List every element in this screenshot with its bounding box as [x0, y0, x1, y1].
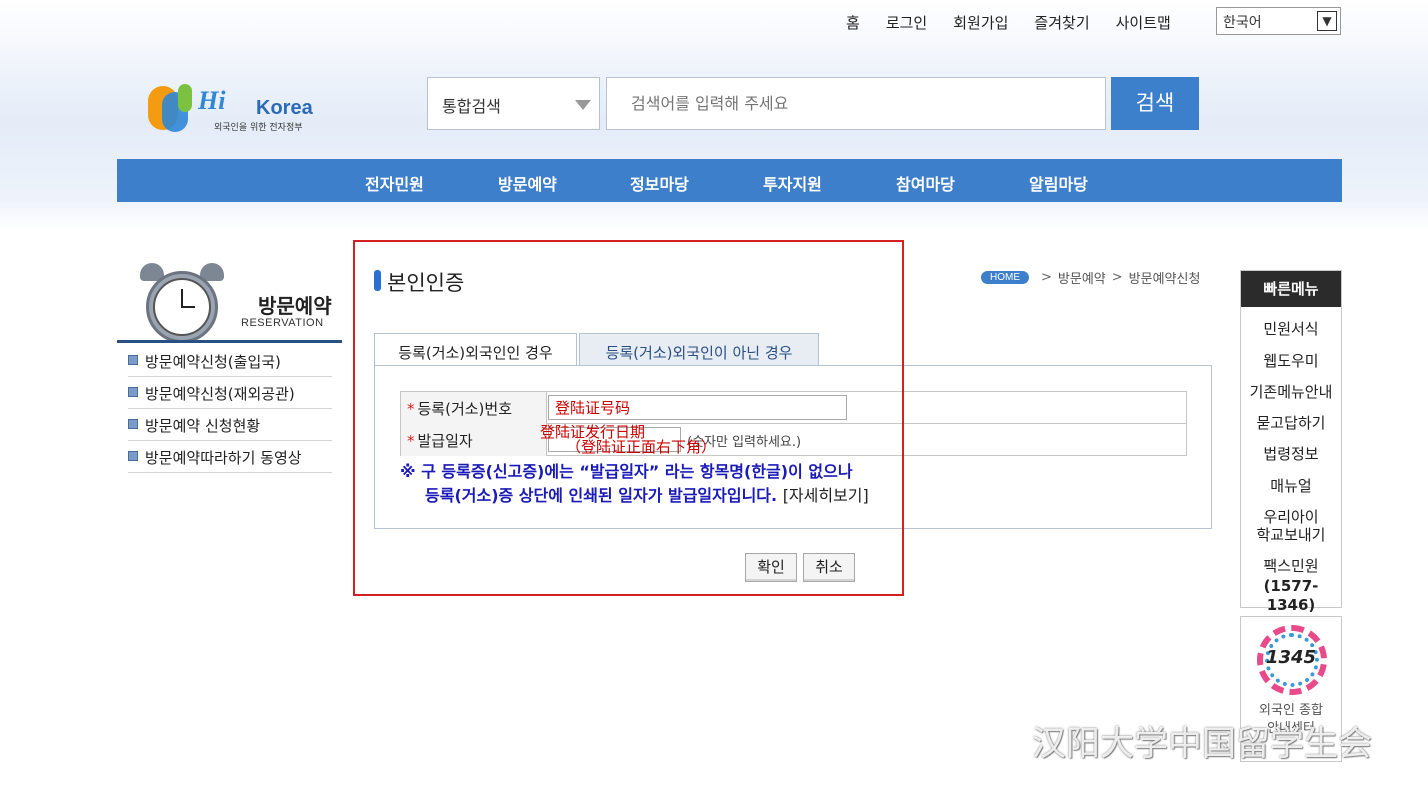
watermark-text: 汉阳大学中国留学生会	[1032, 724, 1372, 764]
quick-item-manual[interactable]: 매뉴얼	[1241, 477, 1341, 496]
logo-mark-green	[178, 84, 192, 112]
quick-item-fax-line2[interactable]: (1577-1346)	[1241, 577, 1341, 615]
nav-item-civil-affairs[interactable]: 전자민원	[365, 171, 424, 195]
quick-item-school-line1[interactable]: 우리아이	[1241, 508, 1341, 527]
logo-tagline: 외국인을 위한 전자정부	[214, 123, 303, 133]
sidebar-divider	[117, 340, 342, 343]
nav-item-reservation[interactable]: 방문예약	[498, 171, 557, 195]
sidebar-item-reservation-video[interactable]: 방문예약따라하기 동영상	[128, 441, 332, 473]
quick-item-laws[interactable]: 법령정보	[1241, 445, 1341, 464]
quick-item-fax-line1[interactable]: 팩스민원	[1241, 557, 1341, 576]
logo-korea: Korea	[256, 97, 313, 119]
caret-down-icon	[575, 100, 591, 110]
clock-hand-hour	[181, 289, 183, 307]
chevron-down-icon[interactable]: ▼	[1317, 11, 1337, 31]
nav-item-participation[interactable]: 참여마당	[896, 171, 955, 195]
top-links: 홈 로그인 회원가입 즐겨찾기 사이트맵	[846, 12, 1197, 33]
sidebar-item-label: 방문예약따라하기 동영상	[145, 449, 302, 467]
sidebar-menu: 방문예약신청(출입국) 방문예약신청(재외공관) 방문예약 신청현황 방문예약따…	[128, 345, 332, 473]
quick-item-forms[interactable]: 민원서식	[1241, 320, 1341, 339]
hikorea-logo[interactable]: Hi Korea 외국인을 위한 전자정부	[148, 82, 318, 138]
top-link-signup[interactable]: 회원가입	[953, 12, 1008, 33]
breadcrumb: HOME > 방문예약 > 방문예약신청	[981, 268, 1200, 287]
nav-item-investment[interactable]: 투자지원	[763, 171, 822, 195]
alarm-clock-icon	[140, 263, 224, 343]
breadcrumb-current: 방문예약신청	[1128, 272, 1201, 287]
search-scope-label: 통합검색	[442, 97, 501, 116]
clock-hand-minute	[181, 306, 195, 308]
quick-menu: 빠른메뉴 민원서식 웹도우미 기존메뉴안내 묻고답하기 법령정보 매뉴얼 우리아…	[1240, 270, 1342, 614]
quick-item-old-menu-guide[interactable]: 기존메뉴안내	[1241, 383, 1341, 402]
nav-item-information[interactable]: 정보마당	[630, 171, 689, 195]
highlight-box	[353, 240, 904, 596]
search-scope-select[interactable]: 통합검색	[427, 77, 600, 130]
breadcrumb-separator: >	[1111, 270, 1123, 285]
sidebar-item-label: 방문예약신청(출입국)	[145, 353, 281, 371]
sidebar-item-label: 방문예약신청(재외공관)	[145, 385, 295, 403]
quick-item-school-line2[interactable]: 학교보내기	[1241, 526, 1341, 545]
breadcrumb-separator: >	[1041, 270, 1052, 285]
quick-menu-title: 빠른메뉴	[1241, 271, 1341, 307]
sidebar-item-reservation-immigration[interactable]: 방문예약신청(출입국)	[128, 345, 332, 377]
bullet-icon	[128, 355, 138, 365]
bullet-icon	[128, 451, 138, 461]
sidebar-item-reservation-status[interactable]: 방문예약 신청현황	[128, 409, 332, 441]
top-link-home[interactable]: 홈	[846, 12, 860, 33]
language-selected: 한국어	[1223, 15, 1262, 31]
wechat-icon	[962, 720, 1024, 763]
breadcrumb-home[interactable]: HOME	[981, 271, 1029, 284]
breadcrumb-item[interactable]: 방문예약	[1058, 268, 1106, 287]
logo-hi: Hi	[198, 86, 226, 115]
sidebar-item-reservation-embassy[interactable]: 방문예약신청(재외공관)	[128, 377, 332, 409]
bullet-icon	[128, 419, 138, 429]
quick-item-web-helper[interactable]: 웹도우미	[1241, 352, 1341, 371]
quick-item-qna[interactable]: 묻고답하기	[1241, 414, 1341, 433]
sidebar-item-label: 방문예약 신청현황	[145, 417, 261, 435]
banner-number: 1345	[1265, 647, 1317, 668]
top-link-favorites[interactable]: 즐겨찾기	[1034, 12, 1089, 33]
bullet-icon	[128, 387, 138, 397]
language-select[interactable]: 한국어 ▼	[1216, 7, 1341, 35]
search-input[interactable]	[606, 77, 1106, 130]
nav-item-notice[interactable]: 알림마당	[1029, 171, 1088, 195]
search-button[interactable]: 검색	[1111, 77, 1199, 130]
top-link-sitemap[interactable]: 사이트맵	[1116, 12, 1171, 33]
main-nav: 전자민원 방문예약 정보마당 투자지원 참여마당 알림마당	[117, 159, 1342, 202]
sidebar-title: 방문예약	[258, 294, 332, 318]
sidebar-subtitle: RESERVATION	[241, 317, 324, 329]
top-link-login[interactable]: 로그인	[886, 12, 927, 33]
